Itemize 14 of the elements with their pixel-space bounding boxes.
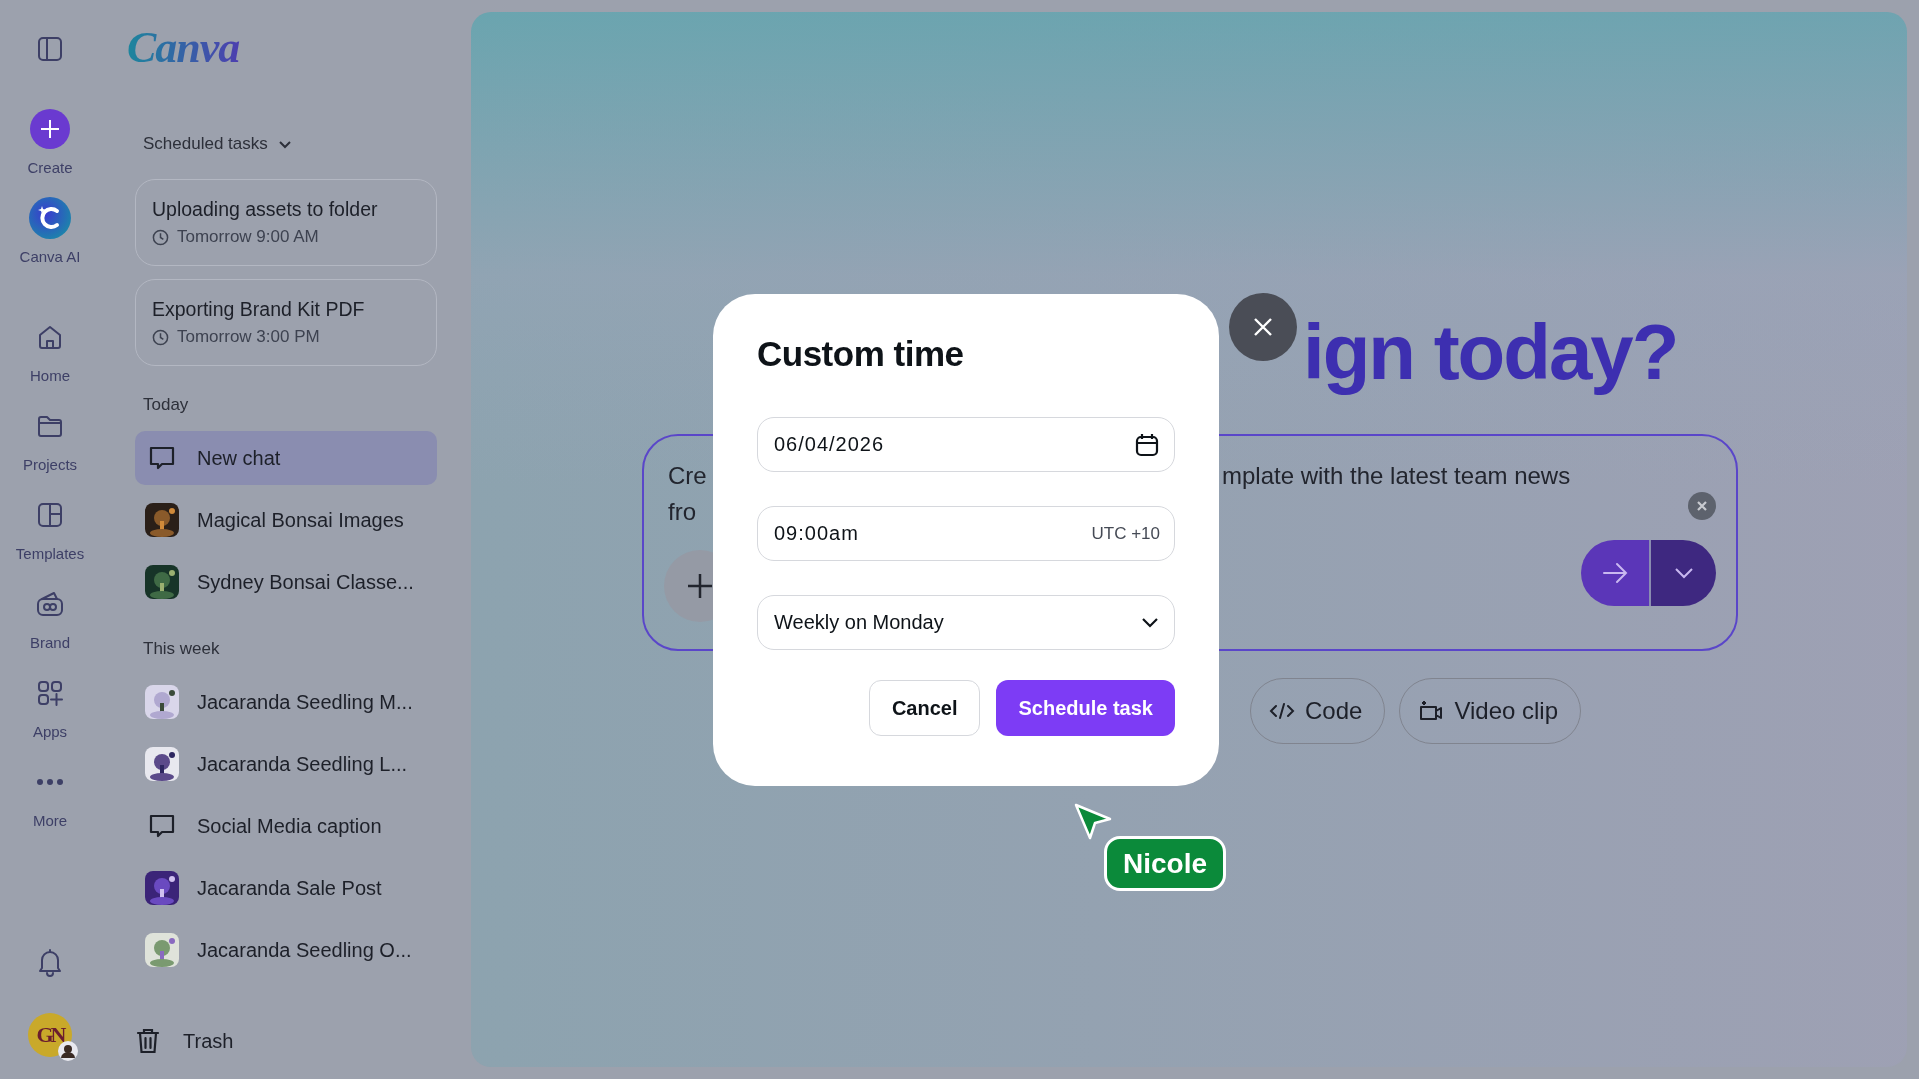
prompt-text: Cre <box>668 461 708 491</box>
task-time: Tomorrow 3:00 PM <box>177 327 320 347</box>
section-heading: This week <box>143 639 220 659</box>
collaborator-name-tag: Nicole <box>1104 836 1227 891</box>
task-title: Exporting Brand Kit PDF <box>152 298 366 321</box>
section-heading: Today <box>143 395 189 415</box>
task-title: Uploading assets to folder <box>152 198 379 221</box>
page-heading: ign today? <box>1303 307 1678 398</box>
prompt-text: mplate with the latest team news <box>1222 461 1571 491</box>
prompt-text: fro <box>668 497 697 527</box>
dialog-title: Custom time <box>757 334 965 374</box>
timezone-label: UTC +10 <box>1091 523 1160 544</box>
avatar-initials: GN <box>36 1022 64 1048</box>
task-time: Tomorrow 9:00 AM <box>177 227 319 247</box>
